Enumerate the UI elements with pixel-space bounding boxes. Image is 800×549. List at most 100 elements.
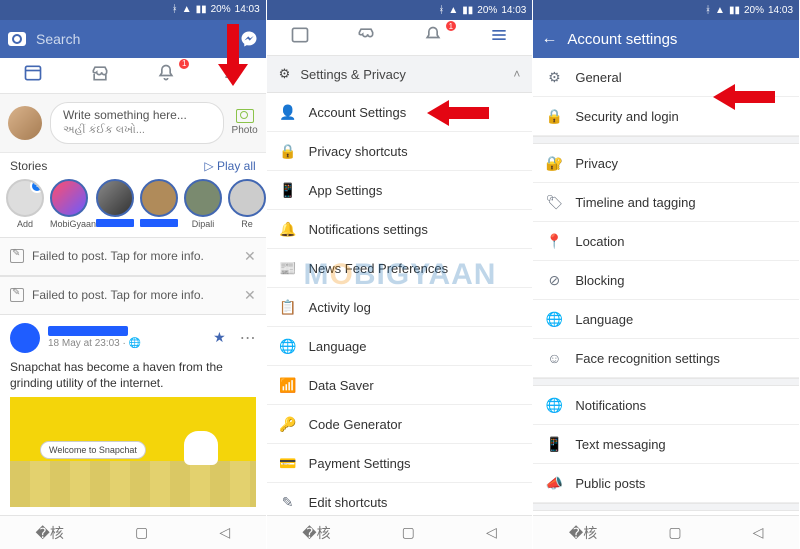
notif-badge: 1 xyxy=(179,59,189,69)
menu-general[interactable]: ⚙General xyxy=(533,58,799,97)
feed-icon: 📰 xyxy=(279,259,297,277)
settings-menu: ⚙ Settings & Privacy ˄ 👤Account Settings… xyxy=(267,56,533,515)
nav-recent[interactable]: �核 xyxy=(302,523,330,543)
status-bar: ᚼ ▲ ▮▮ 20% 14:03 xyxy=(0,0,266,20)
tab-newsfeed[interactable] xyxy=(267,25,333,50)
nav-back[interactable]: ◁ xyxy=(753,524,764,541)
menu-payment-settings[interactable]: 💳Payment Settings xyxy=(267,444,533,483)
lock-icon: 🔒 xyxy=(279,142,297,160)
nav-back[interactable]: ◁ xyxy=(219,524,230,541)
post[interactable]: 18 May at 23:03 · 🌐 ★ ⋯ Snapchat has bec… xyxy=(0,315,266,515)
menu-language[interactable]: 🌐Language xyxy=(533,300,799,339)
tab-bar: 1 xyxy=(267,20,533,56)
story-item[interactable]: Re xyxy=(228,179,266,229)
menu-timeline-tagging[interactable]: 🏷Timeline and tagging xyxy=(533,183,799,222)
phone-account-settings: ᚼ ▲ ▮▮ 20% 14:03 ← Account settings ⚙Gen… xyxy=(533,0,800,549)
key-icon: 🔑 xyxy=(279,415,297,433)
post-avatar[interactable] xyxy=(10,323,40,353)
app-header: ← Account settings xyxy=(533,20,799,58)
menu-text-messaging[interactable]: 📱Text messaging xyxy=(533,425,799,464)
close-icon[interactable]: ✕ xyxy=(244,248,256,265)
compose-input[interactable]: Write something here... અહીં કંઈક લખો... xyxy=(50,102,224,144)
compose-placeholder: Write something here... xyxy=(63,108,211,124)
android-navbar: �核 ▢ ◁ xyxy=(267,515,533,549)
person-icon: 👤 xyxy=(279,103,297,121)
bluetooth-icon: ᚼ xyxy=(705,5,711,16)
tab-notifications[interactable]: 1 xyxy=(399,25,465,50)
menu-data-saver[interactable]: 📶Data Saver xyxy=(267,366,533,405)
signal-icon: ▮▮ xyxy=(729,5,740,16)
bell-icon: 🔔 xyxy=(279,220,297,238)
gear-icon: ⚙ xyxy=(545,68,563,86)
tab-notifications[interactable]: 1 xyxy=(133,63,199,88)
nav-recent[interactable]: �核 xyxy=(569,523,597,543)
android-navbar: �核 ▢ ◁ xyxy=(0,515,266,549)
battery-pct: 20% xyxy=(211,4,231,15)
photo-button[interactable]: Photo xyxy=(232,109,258,136)
tab-marketplace[interactable] xyxy=(333,25,399,50)
menu-account-settings[interactable]: 👤Account Settings xyxy=(267,93,533,132)
compose-placeholder-sub: અહીં કંઈક લખો... xyxy=(63,123,211,137)
stories-header: Stories ▷ Play all xyxy=(0,153,266,175)
app-header: Search xyxy=(0,20,266,58)
post-image[interactable]: Welcome to Snapchat xyxy=(10,397,256,507)
menu-activity-log[interactable]: 📋Activity log xyxy=(267,288,533,327)
menu-language[interactable]: 🌐Language xyxy=(267,327,533,366)
menu-notifications[interactable]: 🌐Notifications xyxy=(533,386,799,425)
tag-icon: 🏷 xyxy=(545,193,563,211)
failed-post-banner[interactable]: Failed to post. Tap for more info. ✕ xyxy=(0,237,266,276)
android-navbar: �核 ▢ ◁ xyxy=(533,515,799,549)
story-item[interactable]: MobiGyaan xyxy=(50,179,90,229)
menu-app-settings[interactable]: 📱App Settings xyxy=(267,171,533,210)
nav-home[interactable]: ▢ xyxy=(402,524,415,541)
rss-icon: 📣 xyxy=(545,474,563,492)
star-icon[interactable]: ★ xyxy=(213,329,226,346)
nav-home[interactable]: ▢ xyxy=(135,524,148,541)
menu-code-generator[interactable]: 🔑Code Generator xyxy=(267,405,533,444)
edit-icon: ✎ xyxy=(279,493,297,511)
failed-post-banner[interactable]: Failed to post. Tap for more info. ✕ xyxy=(0,276,266,315)
tab-menu[interactable] xyxy=(466,25,532,50)
nav-back[interactable]: ◁ xyxy=(486,524,497,541)
menu-public-posts[interactable]: 📣Public posts xyxy=(533,464,799,503)
menu-privacy[interactable]: 🔐Privacy xyxy=(533,144,799,183)
story-item[interactable]: Dipali xyxy=(184,179,222,229)
messenger-icon[interactable] xyxy=(240,30,258,48)
avatar[interactable] xyxy=(8,106,42,140)
tab-newsfeed[interactable] xyxy=(0,63,66,88)
location-icon: 📍 xyxy=(545,232,563,250)
wifi-icon: ▲ xyxy=(182,4,192,15)
menu-blocking[interactable]: ⊘Blocking xyxy=(533,261,799,300)
close-icon[interactable]: ✕ xyxy=(244,287,256,304)
menu-face-recognition[interactable]: ☺Face recognition settings xyxy=(533,339,799,378)
nav-home[interactable]: ▢ xyxy=(668,524,681,541)
menu-notifications-settings[interactable]: 🔔Notifications settings xyxy=(267,210,533,249)
globe-icon: 🌐 xyxy=(545,310,563,328)
more-icon[interactable]: ⋯ xyxy=(240,328,256,348)
menu-security-login[interactable]: 🔒Security and login xyxy=(533,97,799,136)
snapchat-ghost-icon xyxy=(184,431,218,465)
menu-location[interactable]: 📍Location xyxy=(533,222,799,261)
page-title: Account settings xyxy=(567,31,677,48)
status-bar: ᚼ ▲ ▮▮ 20% 14:03 xyxy=(267,0,533,20)
play-all[interactable]: ▷ Play all xyxy=(204,159,255,173)
menu-edit-shortcuts[interactable]: ✎Edit shortcuts xyxy=(267,483,533,515)
phone-feed: ᚼ ▲ ▮▮ 20% 14:03 Search 1 Write somethin… xyxy=(0,0,267,549)
section-settings-privacy[interactable]: ⚙ Settings & Privacy ˄ xyxy=(267,56,533,93)
back-icon[interactable]: ← xyxy=(541,30,557,48)
nav-recent[interactable]: �核 xyxy=(36,523,64,543)
story-item[interactable] xyxy=(96,179,134,229)
card-icon: 💳 xyxy=(279,454,297,472)
camera-icon[interactable] xyxy=(8,32,26,46)
menu-newsfeed-prefs[interactable]: 📰News Feed Preferences xyxy=(267,249,533,288)
block-icon: ⊘ xyxy=(545,271,563,289)
composer[interactable]: Write something here... અહીં કંઈક લખો...… xyxy=(0,94,266,153)
menu-privacy-shortcuts[interactable]: 🔒Privacy shortcuts xyxy=(267,132,533,171)
stories-row[interactable]: +Add MobiGyaan Dipali Re xyxy=(0,175,266,237)
tab-menu[interactable] xyxy=(199,63,265,88)
phone-icon: 📱 xyxy=(279,181,297,199)
tab-marketplace[interactable] xyxy=(66,63,132,88)
story-add[interactable]: +Add xyxy=(6,179,44,229)
search-input[interactable]: Search xyxy=(36,31,230,47)
story-item[interactable] xyxy=(140,179,178,229)
